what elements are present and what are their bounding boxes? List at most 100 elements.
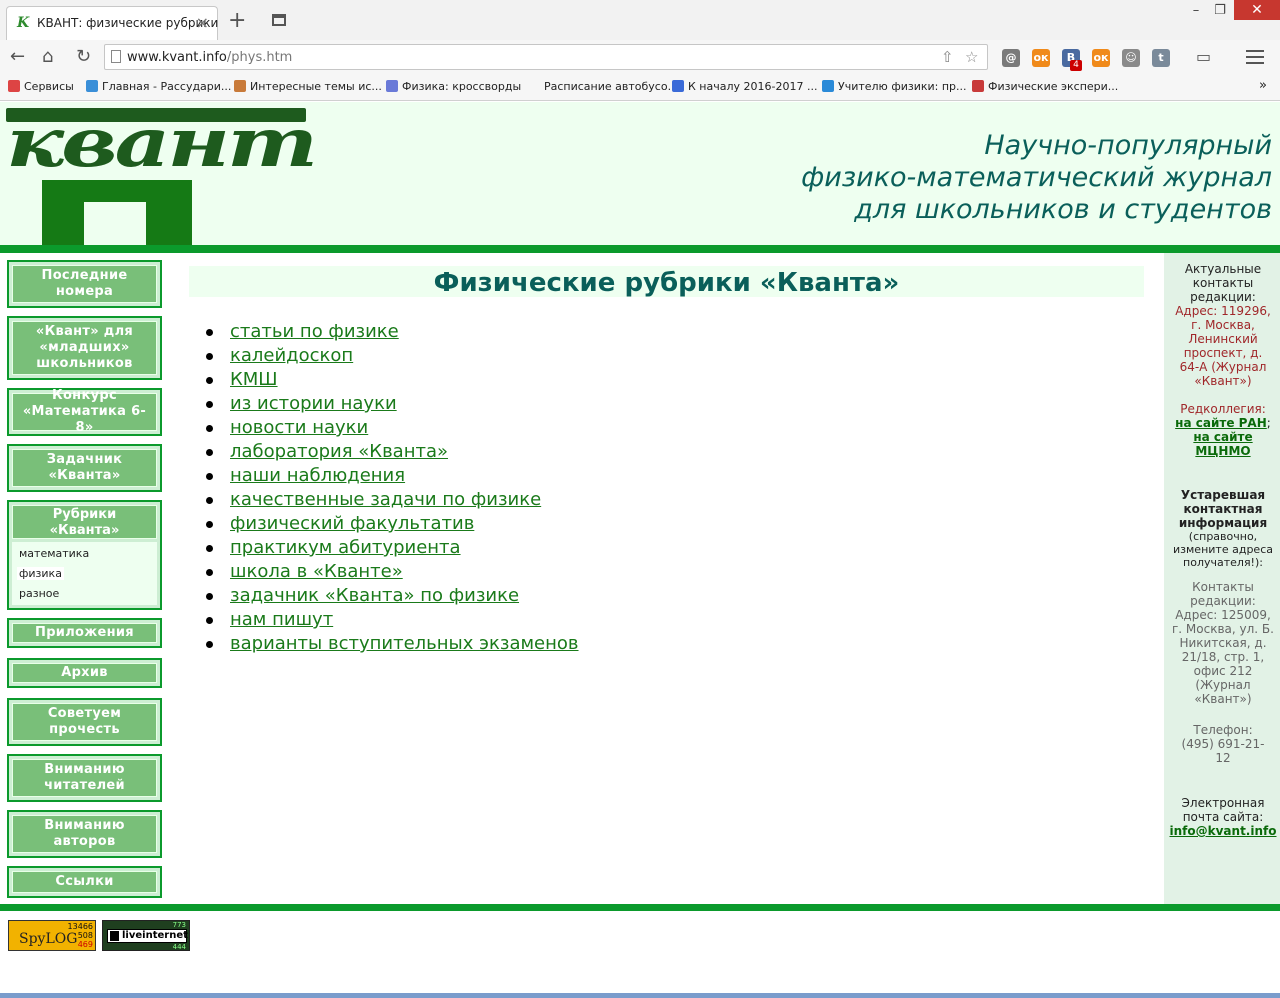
atom-icon	[386, 80, 398, 92]
home-icon[interactable]: ⌂	[42, 47, 53, 67]
nav-submenu-item[interactable]: разное	[19, 587, 59, 600]
editorial-board: Редколлегия: на сайте РАН; на сайте МЦНМ…	[1175, 402, 1271, 458]
reload-icon[interactable]: ↻	[76, 47, 91, 67]
nav-item[interactable]: Вниманию авторов	[7, 810, 162, 858]
board-ran-link[interactable]: на сайте РАН	[1175, 416, 1267, 430]
nav-item[interactable]: Последние номера	[7, 260, 162, 308]
rubric-link[interactable]: нам пишут	[230, 609, 333, 630]
rubric-link[interactable]: из истории науки	[230, 393, 397, 414]
face-icon	[234, 80, 246, 92]
rubric-link[interactable]: физический факультатив	[230, 513, 474, 534]
nav-item-label[interactable]: Задачник «Кванта»	[12, 449, 157, 487]
header-divider	[0, 245, 1280, 253]
blank-icon	[528, 80, 540, 92]
bookmark-label: Интересные темы ис...	[250, 80, 382, 93]
odnoklassniki-2-icon[interactable]: ок	[1092, 49, 1110, 67]
twitter-ext-icon[interactable]: t	[1152, 49, 1170, 67]
window-close-icon[interactable]: ✕	[1234, 0, 1280, 20]
tab-menu-icon[interactable]	[272, 14, 286, 26]
rubric-link[interactable]: практикум абитуриента	[230, 537, 461, 558]
list-item: практикум абитуриента	[206, 536, 579, 560]
nav-item[interactable]: Конкурс «Математика 6-8»	[7, 388, 162, 436]
nav-item-label[interactable]: Вниманию авторов	[12, 815, 157, 853]
rubric-link[interactable]: лаборатория «Кванта»	[230, 441, 448, 462]
bookmarks-bar: Сервисы Главная - Рассудари... Интересные …	[0, 74, 1280, 101]
rubric-link[interactable]: школа в «Кванте»	[230, 561, 403, 582]
nav-submenu-item[interactable]: математика	[19, 547, 89, 560]
nav-item-label[interactable]: «Квант» для «младших» школьников	[12, 321, 157, 375]
nav-item[interactable]: Архив	[7, 658, 162, 688]
page-info-icon[interactable]	[111, 50, 121, 63]
nav-item[interactable]: «Квант» для «младших» школьников	[7, 316, 162, 380]
bookmark-item[interactable]: Расписание автобусо...	[528, 80, 678, 93]
nav-item-label[interactable]: Приложения	[12, 623, 157, 643]
board-mccme-link-1[interactable]: на сайте	[1193, 430, 1252, 444]
new-tab-button[interactable]: +	[228, 10, 246, 32]
nav-item[interactable]: Советуем прочесть	[7, 698, 162, 746]
nav-item-label[interactable]: Вниманию читателей	[12, 759, 157, 797]
nav-item[interactable]: Ссылки	[7, 866, 162, 898]
rubric-link[interactable]: статьи по физике	[230, 321, 399, 342]
bookmark-item[interactable]: Учителю физики: пр...	[822, 80, 967, 93]
bookmark-label: Сервисы	[24, 80, 74, 93]
restore-icon[interactable]: ❐	[1206, 0, 1234, 22]
rubric-link[interactable]: КМШ	[230, 369, 278, 390]
nav-item-label[interactable]: Ссылки	[12, 871, 157, 893]
active-tab[interactable]: K КВАНТ: физические рубрики ×	[6, 6, 218, 40]
odnoklassniki-icon[interactable]: ок	[1032, 49, 1050, 67]
rubric-link[interactable]: калейдоскоп	[230, 345, 353, 366]
nav-submenu-item[interactable]: физика	[17, 567, 64, 580]
close-tab-icon[interactable]: ×	[196, 13, 209, 32]
bookmark-item[interactable]: Сервисы	[8, 80, 74, 93]
bookmark-star-icon[interactable]: ☆	[965, 48, 978, 66]
site-header: квант Научно-популярный физико-математич…	[0, 102, 1280, 246]
nav-item-label[interactable]: Архив	[12, 663, 157, 683]
bookmark-item[interactable]: Интересные темы ис...	[234, 80, 382, 93]
rubric-link[interactable]: задачник «Кванта» по физике	[230, 585, 519, 606]
chat-icon[interactable]: ▭	[1196, 47, 1211, 67]
bookmark-label: К началу 2016-2017 ...	[688, 80, 818, 93]
spylog-counter[interactable]: SpyLOG 13466 508 469	[8, 920, 96, 951]
share-icon[interactable]: ⇧	[941, 48, 954, 66]
rubric-link[interactable]: качественные задачи по физике	[230, 489, 541, 510]
nav-item-label[interactable]: Советуем прочесть	[12, 703, 157, 741]
bookmark-item[interactable]: К началу 2016-2017 ...	[672, 80, 817, 93]
back-icon[interactable]: ←	[10, 47, 25, 67]
list-item: школа в «Кванте»	[206, 560, 579, 584]
bookmark-item[interactable]: Физика: кроссворды	[386, 80, 521, 93]
list-item: КМШ	[206, 368, 579, 392]
rubric-link[interactable]: новости науки	[230, 417, 368, 438]
nav-item[interactable]: Приложения	[7, 618, 162, 648]
smile-icon[interactable]: ☺	[1122, 49, 1140, 67]
old-phone: Телефон: (495) 691-21- 12	[1181, 723, 1265, 765]
page-icon	[672, 80, 684, 92]
site-email-link[interactable]: info@kvant.info	[1170, 824, 1277, 838]
mail-icon[interactable]: @	[1002, 49, 1020, 67]
board-mccme-link-2[interactable]: МЦНМО	[1195, 444, 1250, 458]
nav-item-label[interactable]: Последние номера	[12, 265, 157, 303]
bookmark-item[interactable]: Главная - Рассудари...	[86, 80, 231, 93]
paper-plane-icon	[86, 80, 98, 92]
nav-item-label[interactable]: Конкурс «Математика 6-8»	[12, 388, 157, 435]
nav-item-label[interactable]: Рубрики «Кванта»	[12, 505, 157, 539]
nav-item[interactable]: Вниманию читателей	[7, 754, 162, 802]
bookmark-label: Главная - Рассудари...	[102, 80, 232, 93]
list-item: качественные задачи по физике	[206, 488, 579, 512]
bookmark-item[interactable]: Физические экспери...	[972, 80, 1118, 93]
nav-item[interactable]: Задачник «Кванта»	[7, 444, 162, 492]
vk-badge: 4	[1070, 60, 1082, 71]
address-url[interactable]: www.kvant.info/phys.htm	[127, 50, 292, 65]
more-bookmarks-icon[interactable]: »	[1259, 78, 1267, 93]
tab-title: КВАНТ: физические рубрики	[37, 16, 219, 30]
current-address: Адрес: 119296, г. Москва, Ленинский прос…	[1175, 304, 1271, 388]
rubric-link[interactable]: наши наблюдения	[230, 465, 405, 486]
address-bar[interactable]: www.kvant.info/phys.htm ⇧ ☆	[104, 44, 988, 70]
liveinternet-logo: liveinternet	[107, 929, 188, 943]
liveinternet-counter[interactable]: 773 liveinternet 444	[102, 920, 190, 951]
kvant-logo[interactable]: квант	[6, 108, 318, 246]
nav-item[interactable]: Рубрики «Кванта» математика физика разное	[7, 500, 162, 610]
spylog-numbers: 13466 508 469	[67, 922, 93, 949]
browser-menu-icon[interactable]	[1246, 50, 1264, 64]
rubric-link[interactable]: варианты вступительных экзаменов	[230, 633, 579, 654]
list-item: наши наблюдения	[206, 464, 579, 488]
